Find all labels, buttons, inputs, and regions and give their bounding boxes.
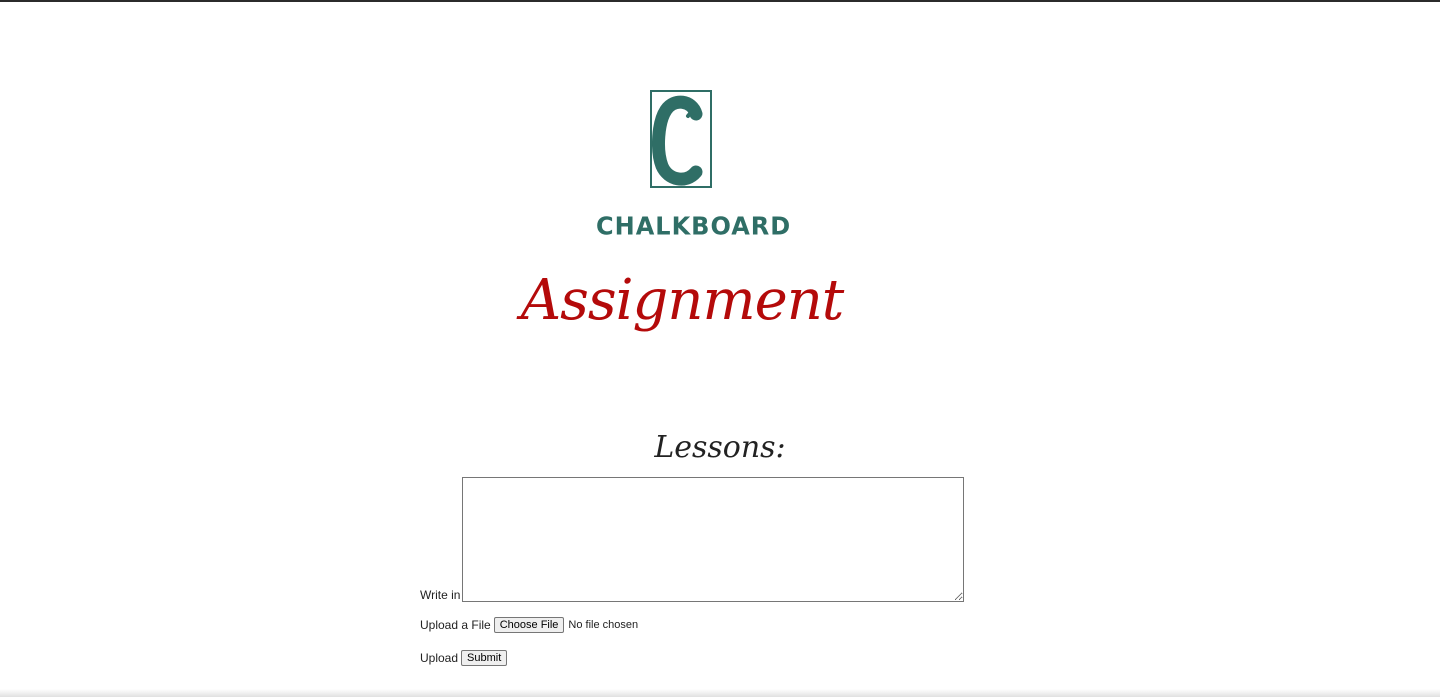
lessons-heading: Lessons:	[654, 430, 786, 465]
write-in-row: Write in	[420, 476, 965, 602]
upload-file-label: Upload a File	[420, 617, 491, 632]
chalkboard-logo: CHALKBOARD	[596, 88, 792, 248]
upload-file-row: Upload a File Choose File No file chosen	[420, 616, 638, 633]
window-top-edge	[0, 0, 1440, 2]
window-bottom-shadow	[0, 689, 1440, 697]
upload-label: Upload	[420, 650, 459, 665]
file-status-text: No file chosen	[568, 618, 639, 631]
submit-row: Upload Submit	[420, 649, 508, 666]
logo-frame	[650, 90, 712, 188]
submit-button[interactable]: Submit	[461, 649, 508, 666]
choose-file-button[interactable]: Choose File	[493, 616, 565, 633]
logo-letter-c-icon	[652, 95, 703, 186]
page-title: Assignment	[520, 268, 845, 333]
write-in-label: Write in	[420, 588, 461, 602]
logo-wordmark: CHALKBOARD	[596, 211, 792, 241]
lesson-textarea[interactable]	[462, 477, 965, 602]
